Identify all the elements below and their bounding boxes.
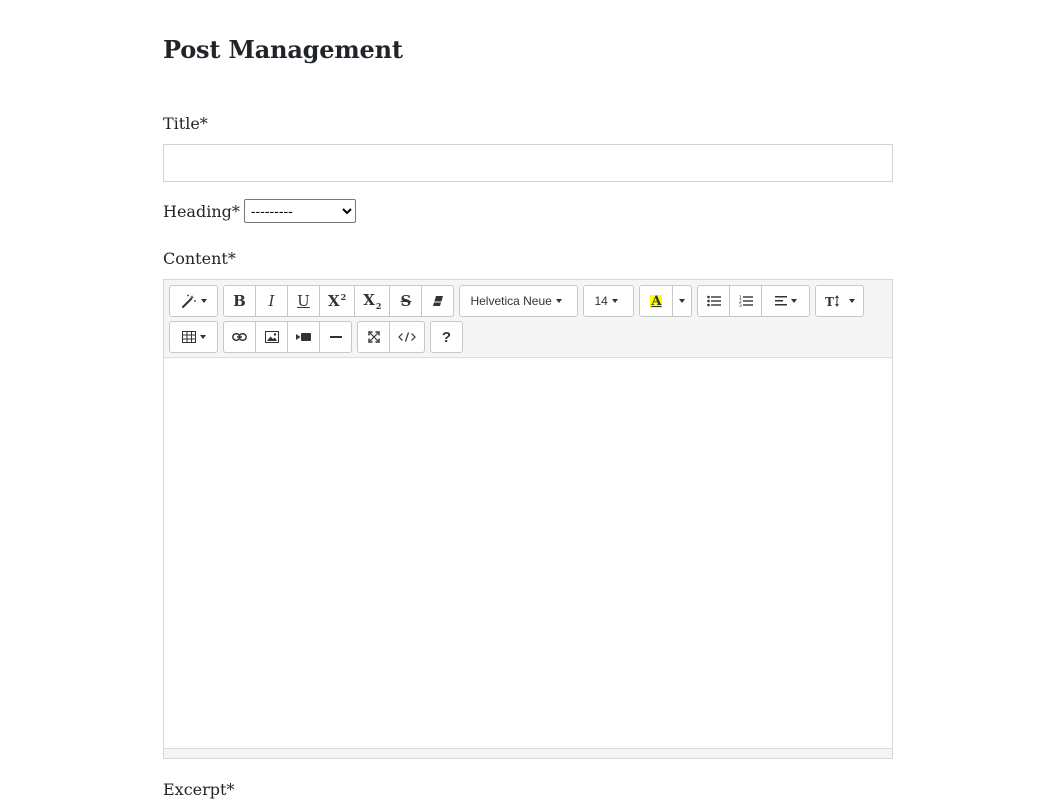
unordered-list-button[interactable] [697, 285, 731, 317]
toolbar-row-1: B I U X2 X2 S Helvetica Neue 14 A 1 2 3 … [169, 285, 869, 317]
fullscreen-button[interactable] [357, 321, 390, 353]
font-style-group: B I U X2 X2 S [223, 285, 455, 317]
magic-wand-icon [181, 294, 196, 308]
insert-group [223, 321, 352, 353]
line-height-button[interactable]: T [815, 285, 865, 317]
paragraph-align-button[interactable] [761, 285, 811, 317]
font-size-label: 14 [594, 294, 608, 308]
toolbar-row-2: ? [169, 321, 468, 353]
code-view-icon [398, 332, 416, 342]
underline-icon: U [297, 292, 310, 310]
strikethrough-button[interactable]: S [389, 285, 423, 317]
clear-format-button[interactable] [421, 285, 455, 317]
font-size-group: 14 [583, 285, 635, 317]
text-color-icon: A [650, 293, 663, 309]
chevron-down-icon [200, 299, 207, 303]
eraser-icon [432, 296, 443, 306]
bold-icon: B [233, 292, 246, 310]
fullscreen-icon [367, 331, 380, 343]
subscript-icon: X2 [363, 291, 382, 311]
help-button[interactable]: ? [430, 321, 463, 353]
chevron-down-icon [555, 299, 562, 303]
font-name-group: Helvetica Neue [459, 285, 579, 317]
code-view-button[interactable] [389, 321, 425, 353]
svg-text:T: T [825, 295, 834, 307]
chevron-down-icon [848, 299, 855, 303]
table-button[interactable] [169, 321, 218, 353]
chevron-down-icon [790, 299, 797, 303]
picture-button[interactable] [255, 321, 288, 353]
horizontal-rule-icon [329, 336, 342, 338]
superscript-button[interactable]: X2 [319, 285, 356, 317]
subscript-button[interactable]: X2 [354, 285, 391, 317]
title-label: Title* [163, 114, 208, 133]
italic-icon: I [268, 292, 275, 310]
svg-text:3: 3 [739, 303, 742, 307]
page-title: Post Management [163, 35, 403, 64]
ordered-list-button[interactable]: 1 2 3 [729, 285, 763, 317]
paragraph-group: 1 2 3 [697, 285, 811, 317]
strikethrough-icon: S [400, 292, 412, 310]
align-left-icon [774, 296, 787, 306]
title-input[interactable] [163, 144, 893, 182]
height-group: T [815, 285, 865, 317]
unordered-list-icon [707, 295, 721, 307]
ordered-list-icon: 1 2 3 [739, 295, 753, 307]
help-icon: ? [441, 328, 452, 346]
style-button[interactable] [169, 285, 218, 317]
heading-select[interactable]: --------- [243, 199, 356, 223]
rich-text-editor: B I U X2 X2 S Helvetica Neue 14 A 1 2 3 … [163, 279, 893, 759]
table-group [169, 321, 218, 353]
style-group [169, 285, 218, 317]
chevron-down-icon [199, 335, 206, 339]
picture-icon [264, 331, 279, 343]
video-button[interactable] [287, 321, 320, 353]
chevron-down-icon [679, 299, 686, 303]
video-icon [296, 333, 311, 341]
heading-label: Heading* [163, 201, 240, 221]
heading-row: Heading* --------- [163, 198, 356, 224]
editor-content-area[interactable] [164, 358, 892, 748]
link-button[interactable] [223, 321, 256, 353]
editor-resize-bar[interactable] [164, 748, 892, 758]
color-dropdown-button[interactable] [672, 285, 693, 317]
content-label: Content* [163, 249, 236, 268]
font-size-dropdown[interactable]: 14 [583, 285, 635, 317]
font-name-label: Helvetica Neue [470, 294, 552, 308]
underline-button[interactable]: U [287, 285, 320, 317]
text-color-button[interactable]: A [639, 285, 674, 317]
line-height-icon: T [825, 295, 839, 307]
chevron-down-icon [611, 299, 618, 303]
link-icon [232, 333, 247, 341]
table-icon [181, 331, 196, 343]
horizontal-rule-button[interactable] [319, 321, 352, 353]
help-group: ? [430, 321, 463, 353]
superscript-icon: X2 [328, 292, 347, 310]
excerpt-label: Excerpt* [163, 780, 235, 799]
bold-button[interactable]: B [223, 285, 256, 317]
font-name-dropdown[interactable]: Helvetica Neue [459, 285, 579, 317]
editor-toolbar: B I U X2 X2 S Helvetica Neue 14 A 1 2 3 … [164, 280, 892, 358]
color-group: A [639, 285, 693, 317]
view-group [357, 321, 425, 353]
italic-button[interactable]: I [255, 285, 288, 317]
